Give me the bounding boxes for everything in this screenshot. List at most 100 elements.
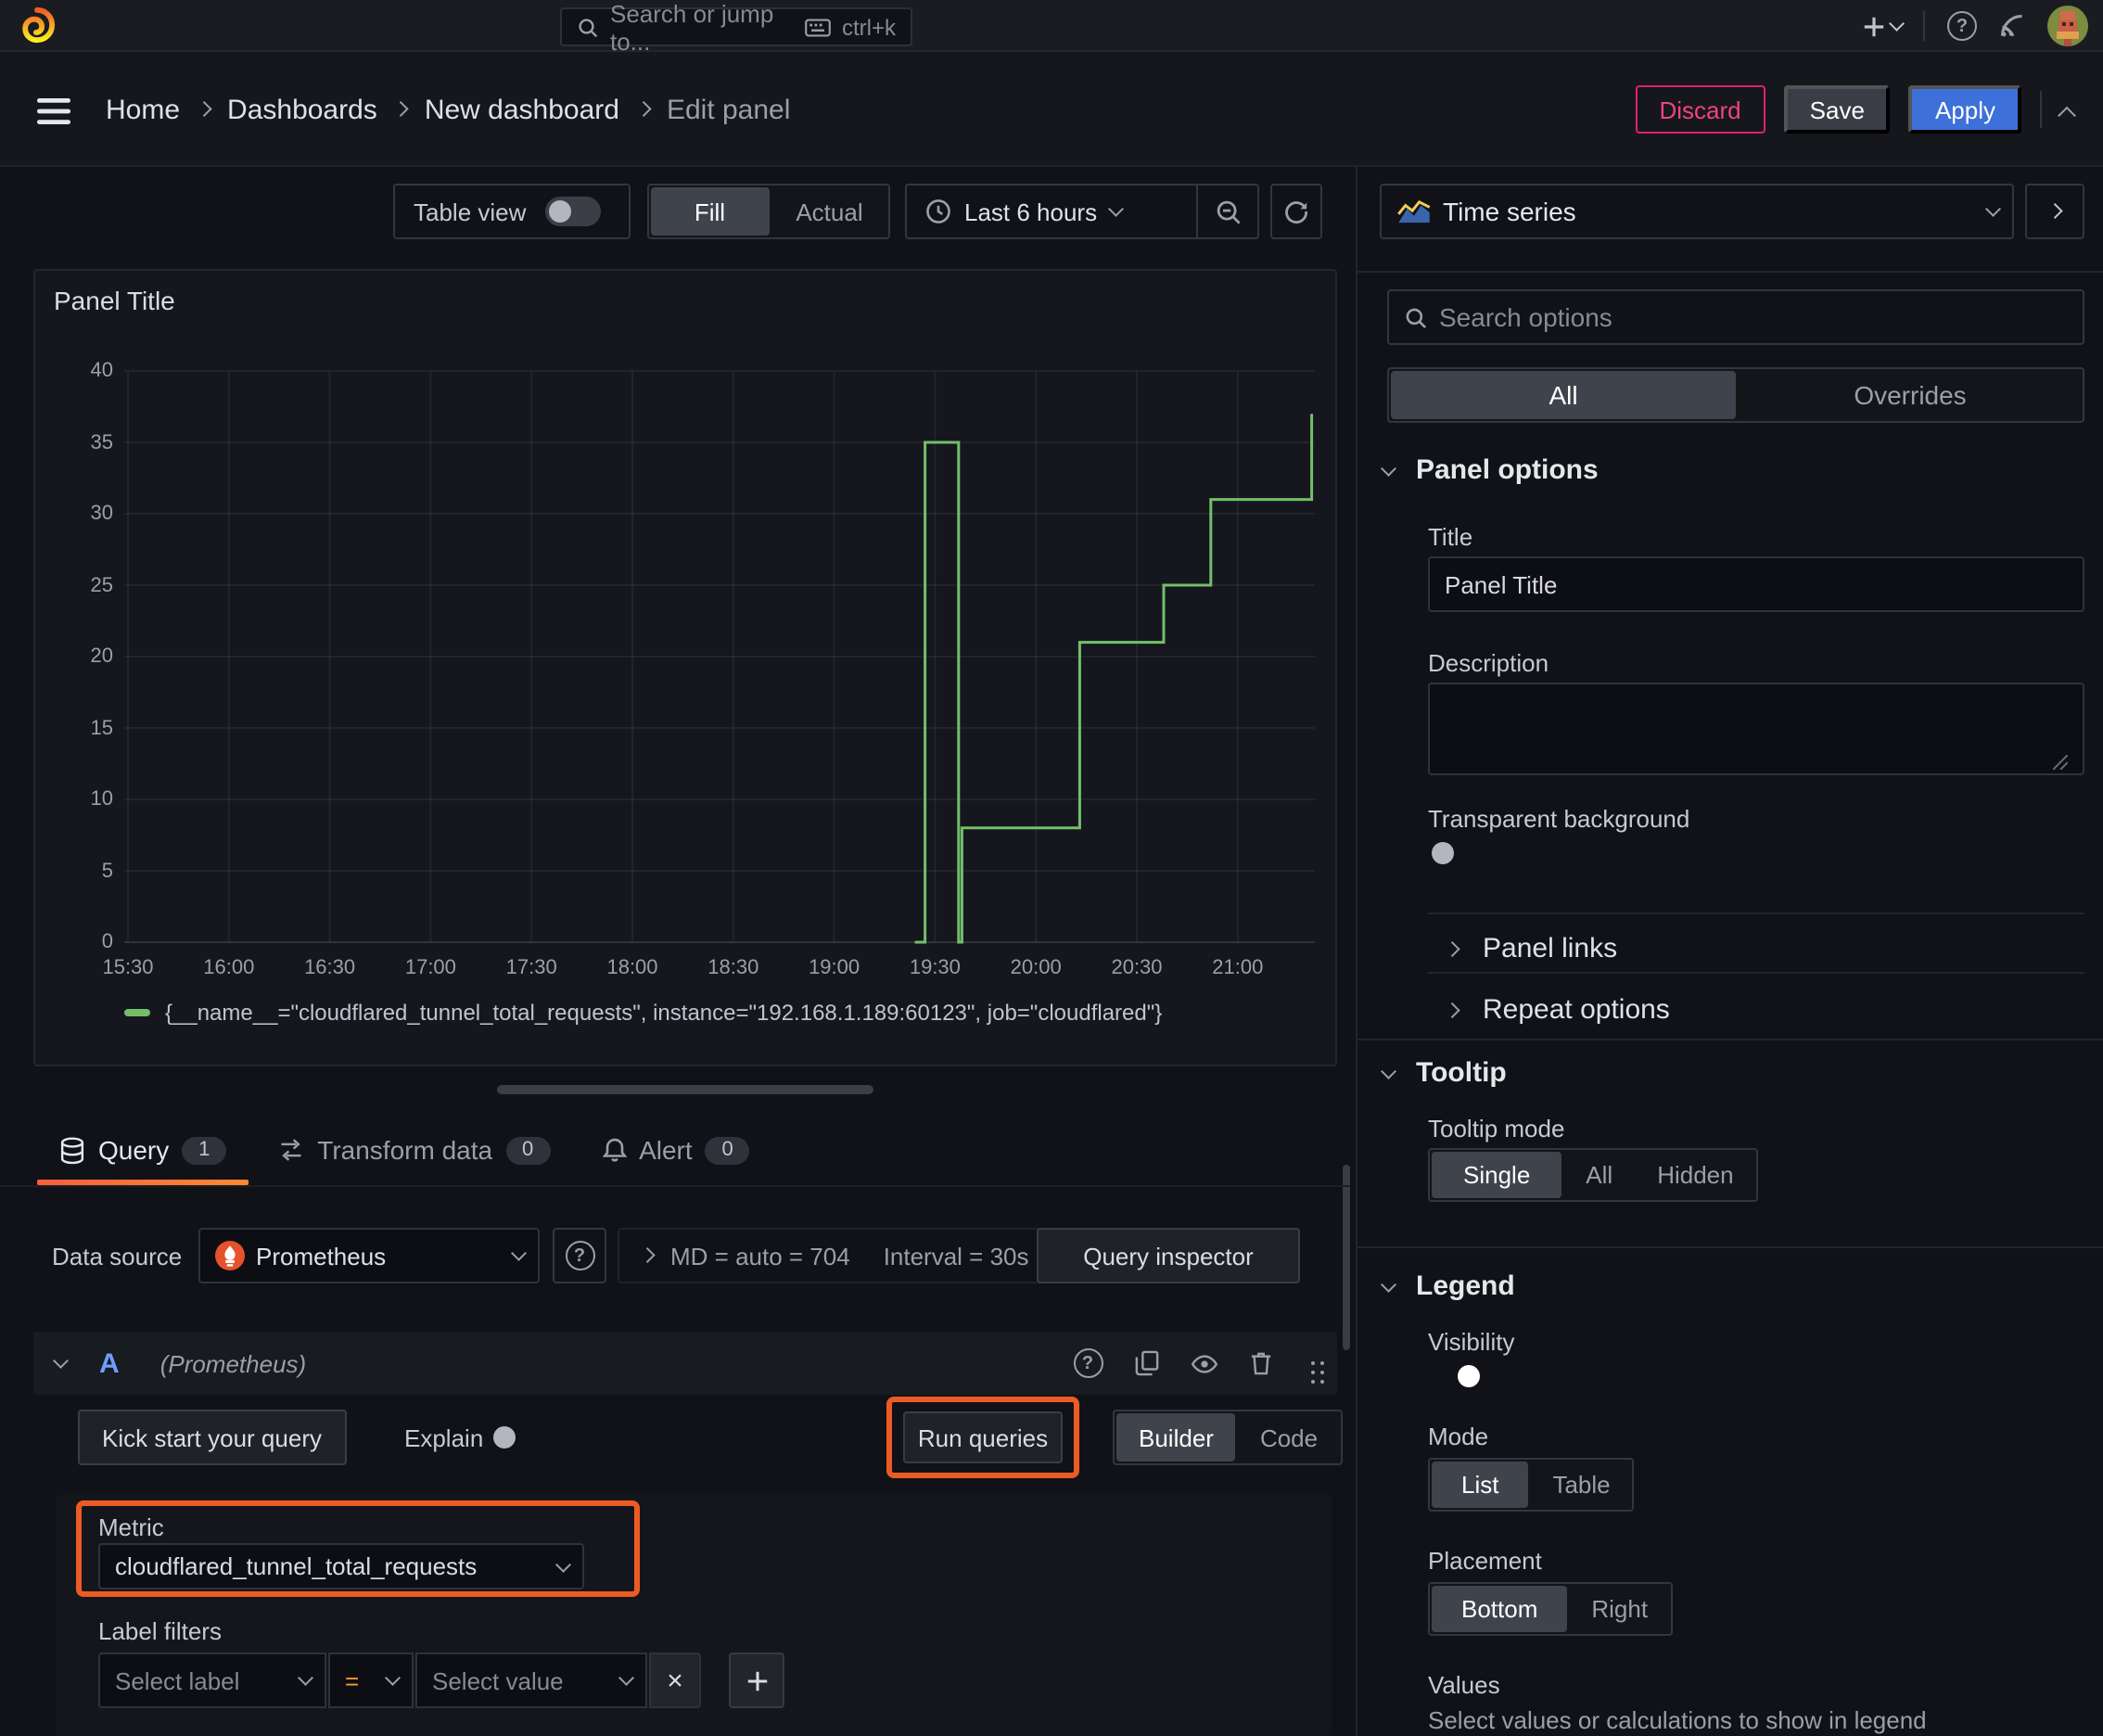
panel-title-input[interactable] xyxy=(1428,556,2084,612)
select-value-placeholder: Select value xyxy=(432,1666,564,1694)
tab-query[interactable]: Query 1 xyxy=(33,1115,252,1185)
visualization-picker[interactable]: Time series xyxy=(1380,184,2014,239)
breadcrumb-dashboards[interactable]: Dashboards xyxy=(227,94,377,125)
options-tab-all[interactable]: All xyxy=(1391,371,1736,419)
discard-button[interactable]: Discard xyxy=(1635,85,1765,134)
menu-icon[interactable] xyxy=(37,97,70,124)
visualization-value: Time series xyxy=(1443,197,1576,226)
avatar[interactable] xyxy=(2047,6,2088,46)
legend-mode-list[interactable]: List xyxy=(1432,1462,1529,1508)
options-tab-overrides[interactable]: Overrides xyxy=(1738,369,2083,421)
table-view-toggle[interactable] xyxy=(544,197,601,226)
panel-links-section[interactable]: Panel links xyxy=(1444,933,1617,964)
search-icon xyxy=(1404,305,1428,329)
database-icon xyxy=(59,1136,85,1164)
apply-button[interactable]: Apply xyxy=(1908,85,2021,134)
data-source-picker[interactable]: Prometheus xyxy=(198,1228,540,1283)
select-label-dropdown[interactable]: Select label xyxy=(98,1653,326,1708)
legend-placement-right[interactable]: Right xyxy=(1569,1584,1670,1634)
clock-icon xyxy=(925,198,951,224)
query-inspector-button[interactable]: Query inspector xyxy=(1037,1228,1300,1283)
grafana-logo-icon[interactable] xyxy=(17,6,57,46)
help-icon[interactable]: ? xyxy=(1947,11,1977,41)
code-option[interactable]: Code xyxy=(1238,1411,1340,1463)
fill-option[interactable]: Fill xyxy=(651,187,769,236)
tooltip-mode-label: Tooltip mode xyxy=(1428,1115,1565,1142)
query-help-icon[interactable]: ? xyxy=(1073,1348,1102,1378)
actual-option[interactable]: Actual xyxy=(771,185,888,237)
tooltip-mode-single[interactable]: Single xyxy=(1432,1152,1562,1198)
zoom-out-icon[interactable] xyxy=(1198,185,1257,237)
news-icon[interactable] xyxy=(1999,13,2025,39)
legend-placement-switch: Bottom Right xyxy=(1428,1582,1673,1636)
breadcrumb: Home Dashboards New dashboard Edit panel xyxy=(106,52,790,167)
operator-value: = xyxy=(345,1666,360,1694)
tooltip-mode-all[interactable]: All xyxy=(1563,1150,1635,1200)
run-queries-button[interactable]: Run queries xyxy=(903,1411,1063,1463)
tab-transform-count: 0 xyxy=(505,1136,551,1164)
help-icon: ? xyxy=(565,1241,594,1270)
chevron-down-icon xyxy=(1107,201,1123,216)
breadcrumb-home[interactable]: Home xyxy=(106,94,180,125)
tab-alert[interactable]: Alert 0 xyxy=(576,1115,776,1185)
drag-handle-icon[interactable] xyxy=(1310,1360,1315,1366)
chevron-down-icon xyxy=(1984,201,2000,216)
time-range-picker[interactable]: Last 6 hours xyxy=(907,185,1196,237)
builder-option[interactable]: Builder xyxy=(1116,1413,1236,1462)
remove-filter-button[interactable]: × xyxy=(649,1653,701,1708)
add-new-button[interactable] xyxy=(1861,14,1904,38)
refresh-button[interactable] xyxy=(1270,184,1322,239)
fill-actual-switch: Fill Actual xyxy=(647,184,890,239)
global-search-input[interactable]: Search or jump to... ctrl+k xyxy=(560,0,912,55)
time-range-label: Last 6 hours xyxy=(964,198,1098,225)
tab-query-count: 1 xyxy=(182,1136,227,1164)
time-series-chart[interactable] xyxy=(35,271,1339,1068)
metric-select[interactable]: cloudflared_tunnel_total_requests xyxy=(98,1543,584,1589)
data-source-label: Data source xyxy=(52,1243,183,1270)
legend-series-label[interactable]: {__name__="cloudflared_tunnel_total_requ… xyxy=(165,1000,1162,1026)
legend-mode-label: Mode xyxy=(1428,1423,1489,1450)
legend-section-header[interactable]: Legend xyxy=(1381,1270,1515,1302)
duplicate-icon[interactable] xyxy=(1134,1350,1158,1376)
save-button[interactable]: Save xyxy=(1783,85,1891,134)
datasource-help-button[interactable]: ? xyxy=(553,1228,606,1283)
resize-handle[interactable] xyxy=(497,1085,873,1094)
editor-tabs: Query 1 Transform data 0 Alert 0 xyxy=(0,1115,1350,1187)
tooltip-section-header[interactable]: Tooltip xyxy=(1381,1057,1507,1089)
query-row-header[interactable]: A (Prometheus) ? xyxy=(33,1332,1337,1395)
tab-transform-data[interactable]: Transform data 0 xyxy=(252,1115,576,1185)
select-label-placeholder: Select label xyxy=(115,1666,240,1694)
collapse-query-icon[interactable] xyxy=(53,1353,69,1368)
breadcrumb-separator-icon xyxy=(393,102,409,117)
title-field-label: Title xyxy=(1428,523,1473,551)
legend-placement-bottom[interactable]: Bottom xyxy=(1432,1586,1568,1632)
panel-options-header[interactable]: Panel options xyxy=(1381,454,1599,486)
chart-panel: Panel Title 0 5 10 15 20 25 30 35 40 15:30 16:00 1… xyxy=(33,269,1337,1066)
kick-start-query-button[interactable]: Kick start your query xyxy=(78,1410,346,1465)
tab-alert-count: 0 xyxy=(705,1136,750,1164)
options-search-input[interactable]: Search options xyxy=(1387,289,2084,345)
eye-icon[interactable] xyxy=(1190,1353,1217,1373)
collapse-header-icon[interactable] xyxy=(2058,105,2076,124)
tooltip-mode-switch: Single All Hidden xyxy=(1428,1148,1758,1202)
builder-code-switch: Builder Code xyxy=(1113,1410,1343,1465)
left-scrollbar[interactable] xyxy=(1343,1165,1350,1350)
trash-icon[interactable] xyxy=(1249,1350,1271,1376)
repeat-options-section[interactable]: Repeat options xyxy=(1444,994,1670,1026)
panel-description-textarea[interactable] xyxy=(1428,683,2084,775)
metric-value: cloudflared_tunnel_total_requests xyxy=(115,1552,478,1580)
add-filter-button[interactable] xyxy=(729,1653,784,1708)
chevron-right-icon xyxy=(1444,941,1459,956)
tooltip-mode-hidden[interactable]: Hidden xyxy=(1635,1150,1755,1200)
tab-alert-label: Alert xyxy=(639,1135,693,1165)
chevron-right-icon[interactable] xyxy=(639,1248,655,1263)
prometheus-icon xyxy=(215,1241,245,1270)
breadcrumb-new-dashboard[interactable]: New dashboard xyxy=(425,94,619,125)
viz-suggestions-button[interactable] xyxy=(2025,184,2084,239)
select-value-dropdown[interactable]: Select value xyxy=(415,1653,647,1708)
legend-mode-table[interactable]: Table xyxy=(1530,1460,1632,1510)
chart-legend[interactable]: {__name__="cloudflared_tunnel_total_requ… xyxy=(124,1000,1162,1026)
query-ref-id[interactable]: A xyxy=(99,1347,120,1379)
legend-mode-switch: List Table xyxy=(1428,1458,1635,1512)
operator-dropdown[interactable]: = xyxy=(328,1653,414,1708)
